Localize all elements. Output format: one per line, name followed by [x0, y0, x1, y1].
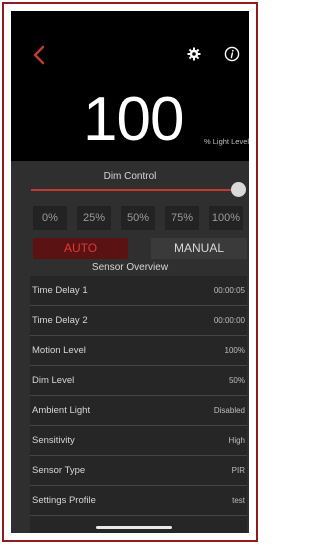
- screenshot-frame: 100 % Light Level Dim Control 0% 25% 50%…: [2, 2, 258, 542]
- preset-50-button[interactable]: 50%: [121, 206, 155, 230]
- home-indicator: [96, 526, 172, 529]
- row-value: 50%: [228, 376, 245, 385]
- row-label: Time Delay 1: [32, 285, 88, 296]
- row-value: PIR: [231, 466, 245, 475]
- gear-icon[interactable]: [187, 47, 201, 61]
- row-value: 00:00:05: [213, 286, 245, 295]
- app-screen: 100 % Light Level Dim Control 0% 25% 50%…: [11, 11, 249, 533]
- manual-mode-button[interactable]: MANUAL: [151, 238, 247, 259]
- light-level-value: 100: [83, 85, 184, 154]
- preset-75-button[interactable]: 75%: [165, 206, 199, 230]
- row-value: High: [228, 436, 245, 445]
- preset-0-button[interactable]: 0%: [33, 206, 67, 230]
- list-item[interactable]: Ambient Light Disabled: [30, 396, 247, 426]
- row-label: Sensor Type: [32, 465, 86, 476]
- row-label: Time Delay 2: [32, 315, 88, 326]
- row-label: Sensitivity: [32, 435, 75, 446]
- list-item[interactable]: Motion Level 100%: [30, 336, 247, 366]
- row-value: test: [232, 496, 245, 505]
- list-item[interactable]: Sensor Type PIR: [30, 456, 247, 486]
- info-icon[interactable]: [224, 46, 240, 62]
- row-value: 100%: [224, 346, 245, 355]
- row-label: Settings Profile: [32, 495, 96, 506]
- row-label: Ambient Light: [32, 405, 91, 416]
- row-value: Disabled: [213, 406, 245, 415]
- chevron-left-icon[interactable]: [31, 45, 47, 65]
- list-item[interactable]: Time Delay 2 00:00:00: [30, 306, 247, 336]
- light-level-unit: % Light Level: [204, 137, 249, 146]
- row-label: Motion Level: [32, 345, 86, 356]
- header: 100 % Light Level: [11, 11, 249, 161]
- auto-mode-button[interactable]: AUTO: [33, 238, 128, 259]
- list-item[interactable]: Dim Level 50%: [30, 366, 247, 396]
- row-label: Dim Level: [32, 375, 75, 386]
- list-item[interactable]: Settings Profile test: [30, 486, 247, 516]
- dim-slider-thumb[interactable]: [231, 182, 246, 197]
- list-padding: [30, 516, 247, 533]
- row-value: 00:00:00: [213, 316, 245, 325]
- list-item[interactable]: Sensitivity High: [30, 426, 247, 456]
- list-item[interactable]: Time Delay 1 00:00:05: [30, 276, 247, 306]
- dim-slider-track[interactable]: [31, 189, 246, 191]
- sensor-overview-title: Sensor Overview: [91, 262, 169, 273]
- preset-100-button[interactable]: 100%: [209, 206, 243, 230]
- preset-25-button[interactable]: 25%: [77, 206, 111, 230]
- sensor-overview-list: Time Delay 1 00:00:05 Time Delay 2 00:00…: [30, 276, 247, 533]
- dim-control-label: Dim Control: [103, 171, 157, 182]
